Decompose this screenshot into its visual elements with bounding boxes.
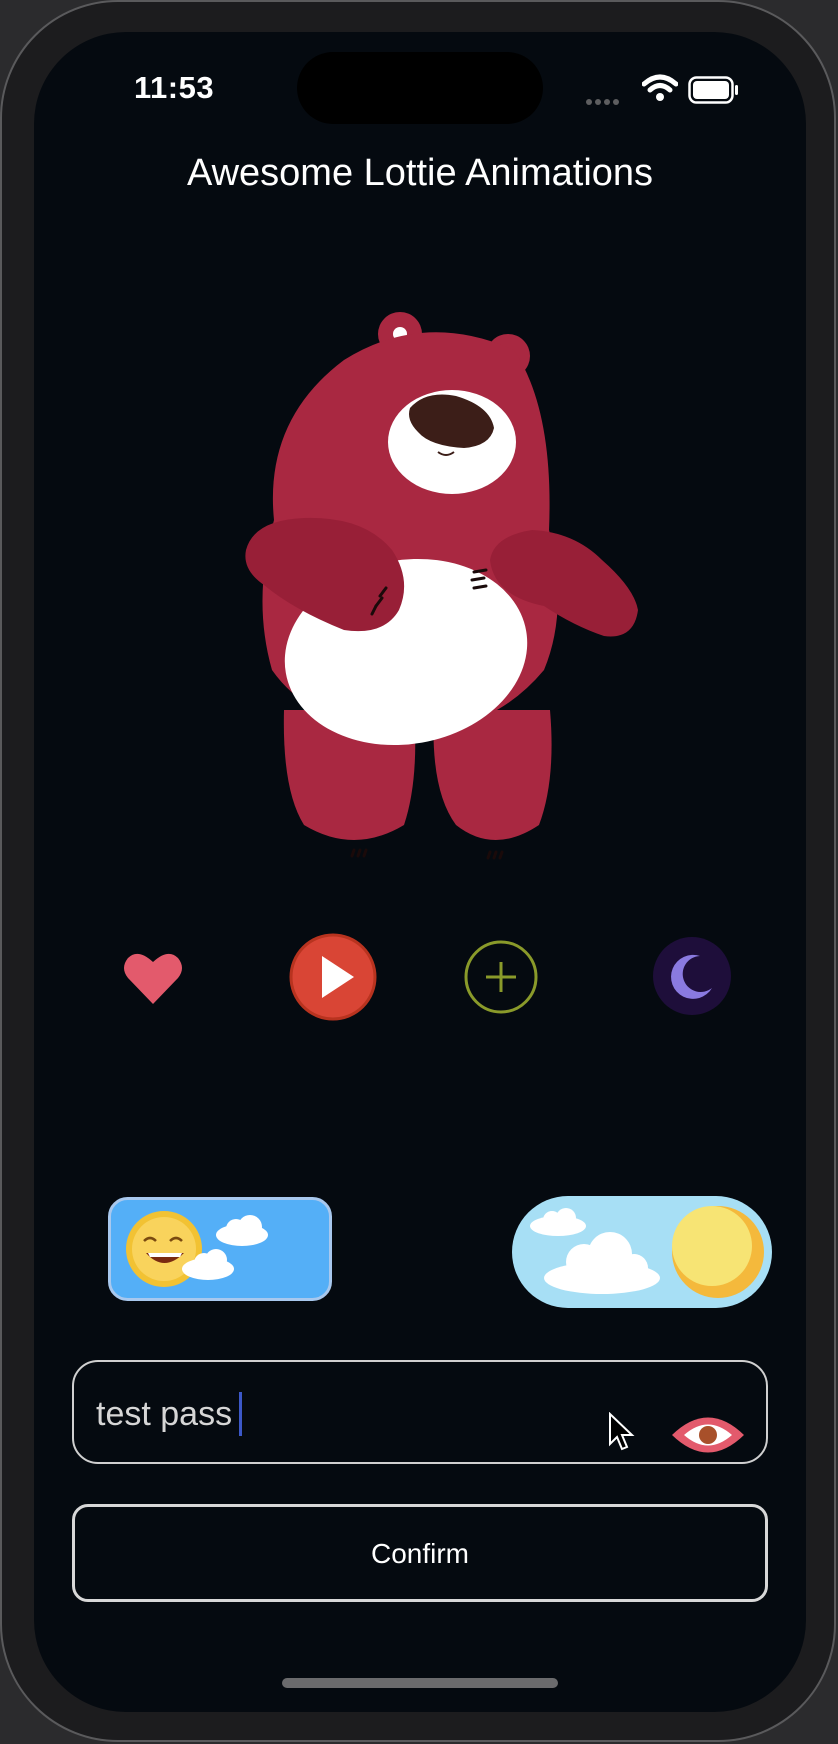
sun-icon (672, 1206, 764, 1298)
dynamic-island (297, 52, 543, 124)
day-mode-toggle[interactable] (108, 1197, 332, 1301)
sky-toggle[interactable] (512, 1196, 772, 1308)
app-title: Awesome Lottie Animations (186, 152, 654, 194)
status-bar: 11:53 (34, 32, 806, 142)
password-field[interactable] (72, 1360, 768, 1464)
eye-icon[interactable] (670, 1412, 746, 1458)
cellular-signal-icon (586, 92, 622, 110)
app-screen: 11:53 Awesome Lottie Animations test pas… (34, 32, 806, 1712)
moon-icon[interactable] (652, 936, 732, 1016)
mouse-pointer-icon (609, 1412, 635, 1451)
play-icon[interactable] (288, 932, 378, 1022)
text-caret (239, 1392, 242, 1436)
bear-animation (245, 312, 638, 860)
heart-icon[interactable] (122, 950, 184, 1006)
status-time: 11:53 (134, 70, 215, 105)
confirm-button[interactable]: Confirm (72, 1504, 768, 1602)
wifi-icon (642, 74, 678, 101)
battery-icon (688, 76, 738, 104)
plus-icon[interactable] (462, 938, 540, 1016)
password-input[interactable] (96, 1392, 616, 1436)
home-indicator (282, 1678, 558, 1688)
